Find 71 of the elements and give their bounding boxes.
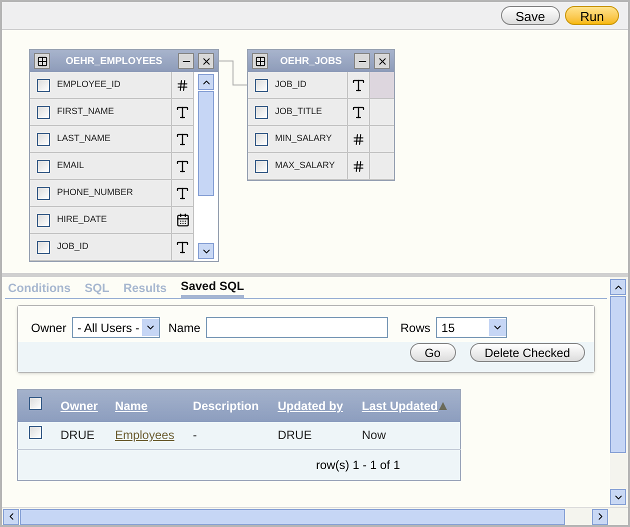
table-title: OEHR_EMPLOYEES xyxy=(64,54,164,68)
table-title: OEHR_JOBS xyxy=(279,54,343,68)
column-name: MAX_SALARY xyxy=(275,159,335,172)
close-icon[interactable] xyxy=(198,53,214,69)
calendar-icon xyxy=(176,213,190,227)
scrollbar-thumb[interactable] xyxy=(20,508,565,524)
text-type-icon xyxy=(175,240,190,254)
text-type-icon xyxy=(175,158,190,174)
scroll-up-button[interactable] xyxy=(610,279,626,295)
column-checkbox[interactable] xyxy=(37,240,50,254)
owner-select[interactable]: - All Users - xyxy=(72,317,160,338)
column-checkbox[interactable] xyxy=(37,78,50,92)
column-name: EMAIL xyxy=(57,159,84,172)
column-checkbox[interactable] xyxy=(255,106,268,118)
column-checkbox[interactable] xyxy=(37,214,50,226)
column-name: PHONE_NUMBER xyxy=(57,186,134,200)
column-checkbox[interactable] xyxy=(255,132,268,146)
table-cell: - xyxy=(192,428,197,442)
table-cell: Now xyxy=(362,428,386,442)
delete-checked-button[interactable]: Delete Checked xyxy=(470,343,585,362)
column-name: JOB_ID xyxy=(57,240,89,254)
column-checkbox[interactable] xyxy=(37,186,50,200)
column-name: JOB_ID xyxy=(275,78,307,92)
column-name: JOB_TITLE xyxy=(275,105,322,118)
rows-select[interactable]: 15 xyxy=(436,317,508,338)
number-type-icon xyxy=(352,132,365,146)
go-button[interactable]: Go xyxy=(410,343,456,362)
minimize-icon[interactable] xyxy=(178,53,194,69)
text-type-icon xyxy=(351,78,366,92)
column-checkbox[interactable] xyxy=(37,106,50,118)
save-button[interactable]: Save xyxy=(500,6,560,25)
scrollbar-thumb[interactable] xyxy=(610,296,626,453)
grid-icon[interactable] xyxy=(34,53,50,69)
close-icon[interactable] xyxy=(374,53,390,69)
tab[interactable]: Saved SQL xyxy=(180,277,244,298)
scroll-left-button[interactable] xyxy=(3,508,19,524)
column-checkbox[interactable] xyxy=(255,78,268,92)
number-type-icon xyxy=(352,160,365,172)
name-field[interactable] xyxy=(206,317,388,338)
scrollbar-thumb[interactable] xyxy=(198,91,214,196)
scroll-up-button[interactable] xyxy=(198,74,214,90)
text-type-icon xyxy=(175,186,190,200)
scroll-down-button[interactable] xyxy=(610,489,626,505)
rows-label: Rows xyxy=(400,320,430,336)
text-type-icon xyxy=(351,104,366,120)
column-name: HIRE_DATE xyxy=(57,213,107,226)
highlighted-cell xyxy=(370,72,394,98)
number-type-icon xyxy=(176,78,189,92)
text-type-icon xyxy=(175,132,190,146)
column-checkbox[interactable] xyxy=(255,160,268,172)
select-all-checkbox[interactable] xyxy=(29,396,42,410)
scroll-right-button[interactable] xyxy=(592,508,608,524)
table-cell: DRUE xyxy=(60,428,95,442)
text-type-icon xyxy=(175,104,190,120)
scroll-down-button[interactable] xyxy=(198,243,214,259)
column-checkbox[interactable] xyxy=(37,132,50,146)
grid-icon[interactable] xyxy=(252,53,268,69)
column-header: Description xyxy=(192,398,259,415)
minimize-icon[interactable] xyxy=(354,53,370,69)
column-name: EMPLOYEE_ID xyxy=(57,78,121,92)
column-name: LAST_NAME xyxy=(57,132,111,146)
name-label: Name xyxy=(168,320,200,336)
saved-query-link[interactable]: Employees xyxy=(114,428,174,442)
column-checkbox[interactable] xyxy=(37,160,50,172)
table-cell: DRUE xyxy=(278,428,312,442)
run-button[interactable]: Run xyxy=(565,6,619,25)
column-name: FIRST_NAME xyxy=(57,105,114,118)
owner-label: Owner xyxy=(31,320,66,336)
pagination-text: row(s) 1 - 1 of 1 xyxy=(316,458,400,472)
column-name: MIN_SALARY xyxy=(275,132,332,146)
row-checkbox[interactable] xyxy=(29,426,42,440)
